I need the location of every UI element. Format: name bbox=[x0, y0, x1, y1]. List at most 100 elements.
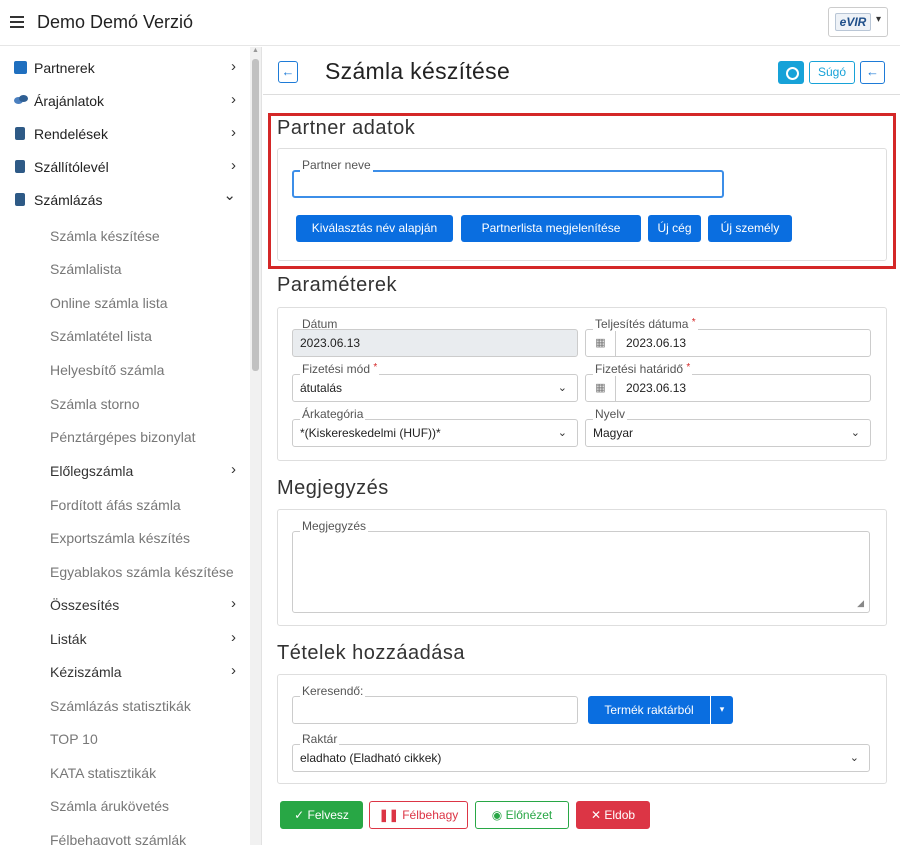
sidebar-item-exportszamla-keszites[interactable]: Exportszámla készítés bbox=[0, 521, 250, 554]
sidebar-item-keziszamla[interactable]: Kéziszámla › bbox=[0, 655, 250, 688]
chevron-right-icon: › bbox=[231, 629, 236, 646]
main-content: ← Számla készítése Súgó ← Partner adatok… bbox=[263, 47, 900, 845]
price-category-label: Árkategória bbox=[300, 407, 366, 421]
sidebar-item-label: Pénztárgépes bizonylat bbox=[50, 429, 196, 445]
chevron-right-icon: › bbox=[231, 461, 236, 478]
sidebar-item-szamla-arukovetes[interactable]: Számla árukövetés bbox=[0, 789, 250, 822]
sidebar-item-label: Számlalista bbox=[50, 261, 122, 277]
sidebar-scrollbar[interactable]: ▲ bbox=[250, 47, 261, 845]
sidebar-item-label: Számlázás bbox=[34, 192, 103, 208]
required-mark: * bbox=[691, 317, 696, 328]
sidebar-item-kata-statisztikak[interactable]: KATA statisztikák bbox=[0, 756, 250, 789]
search-label: Keresendő: bbox=[300, 684, 366, 698]
address-card-icon bbox=[14, 61, 27, 74]
warehouse-select[interactable]: eladhato (Eladható cikkek) ⌄ bbox=[292, 744, 870, 772]
sidebar-item-forditott-afas-szamla[interactable]: Fordított áfás számla bbox=[0, 488, 250, 521]
payment-method-label: Fizetési mód * bbox=[300, 362, 380, 376]
sidebar-item-label: KATA statisztikák bbox=[50, 765, 157, 781]
required-mark: * bbox=[686, 362, 691, 373]
sidebar-item-felbehagyott-szamlak[interactable]: Félbehagyott számlák bbox=[0, 823, 250, 845]
pause-button[interactable]: ❚❚ Félbehagy bbox=[369, 801, 468, 829]
sidebar-item-online-szamla-lista[interactable]: Online számla lista bbox=[0, 286, 250, 319]
back-arrow-button[interactable]: ← bbox=[860, 61, 885, 84]
language-select[interactable]: Magyar ⌄ bbox=[585, 419, 871, 447]
preview-button[interactable]: ◉ Előnézet bbox=[475, 801, 569, 829]
highlight-box bbox=[268, 113, 896, 269]
user-menu-button[interactable]: eVIR ▾ bbox=[828, 7, 888, 37]
sidebar-item-penztargepes-bizonylat[interactable]: Pénztárgépes bizonylat bbox=[0, 420, 250, 453]
sidebar-item-listak[interactable]: Listák › bbox=[0, 622, 250, 655]
sidebar-item-elolegszamla[interactable]: Előlegszámla › bbox=[0, 454, 250, 487]
sidebar-item-helyesbito-szamla[interactable]: Helyesbítő számla bbox=[0, 353, 250, 386]
top-bar: Demo Demó Verzió eVIR ▾ bbox=[0, 0, 900, 46]
hamburger-menu-icon[interactable] bbox=[10, 16, 24, 28]
sidebar-item-label: Kéziszámla bbox=[50, 664, 122, 680]
date-label: Dátum bbox=[302, 317, 338, 331]
note-textarea[interactable] bbox=[292, 531, 870, 613]
fulfillment-date-input[interactable]: ▦ 2023.06.13 bbox=[585, 329, 871, 357]
chevron-down-icon: ⌄ bbox=[557, 427, 567, 439]
payment-deadline-label-text: Fizetési határidő bbox=[595, 362, 684, 376]
payment-method-value: átutalás bbox=[300, 381, 343, 395]
sidebar-item-szamlalista[interactable]: Számlalista bbox=[0, 252, 250, 285]
sidebar-item-label: Listák bbox=[50, 631, 87, 647]
chat-help-button[interactable] bbox=[778, 61, 804, 84]
search-input[interactable] bbox=[292, 696, 578, 724]
chevron-right-icon: › bbox=[231, 124, 236, 141]
back-button[interactable]: ← bbox=[278, 61, 298, 83]
clipboard-icon bbox=[15, 160, 25, 173]
sidebar-item-szamla-storno[interactable]: Számla storno bbox=[0, 387, 250, 420]
resize-handle-icon[interactable]: ◢ bbox=[857, 598, 864, 609]
sidebar-item-label: Összesítés bbox=[50, 597, 120, 613]
page-title: Számla készítése bbox=[325, 58, 511, 84]
sidebar-item-rendelesek[interactable]: Rendelések › bbox=[0, 117, 250, 150]
sidebar-item-szamlazas-statisztikak[interactable]: Számlázás statisztikák bbox=[0, 689, 250, 722]
required-mark: * bbox=[373, 362, 378, 373]
chevron-down-icon: ⌄ bbox=[849, 752, 859, 764]
sidebar-item-osszesites[interactable]: Összesítés › bbox=[0, 588, 250, 621]
sidebar: Partnerek › Árajánlatok › Rendelések › S… bbox=[0, 47, 262, 845]
sidebar-item-label: Számlatétel lista bbox=[50, 328, 152, 344]
preview-button-label: Előnézet bbox=[505, 808, 553, 822]
discard-button[interactable]: ✕ Eldob bbox=[576, 801, 650, 829]
sidebar-item-arajanlatok[interactable]: Árajánlatok › bbox=[0, 84, 250, 117]
items-card: Keresendő: Termék raktárból ▾ eladhato (… bbox=[277, 674, 887, 784]
sidebar-item-szamlatetel-lista[interactable]: Számlatétel lista bbox=[0, 319, 250, 352]
sidebar-item-label: Számla árukövetés bbox=[50, 798, 170, 814]
warehouse-label: Raktár bbox=[300, 732, 340, 746]
sidebar-item-label: Félbehagyott számlák bbox=[50, 832, 187, 845]
sidebar-item-label: Számla storno bbox=[50, 396, 140, 412]
file-icon bbox=[15, 127, 25, 140]
chevron-right-icon: › bbox=[231, 595, 236, 612]
note-card: ◢ Megjegyzés bbox=[277, 509, 887, 626]
payment-method-label-text: Fizetési mód bbox=[302, 362, 371, 376]
chevron-down-icon: ⌄ bbox=[223, 187, 236, 204]
payment-deadline-input[interactable]: ▦ 2023.06.13 bbox=[585, 374, 871, 402]
sidebar-item-szamla-keszitese[interactable]: Számla készítése bbox=[0, 219, 250, 252]
scrollbar-thumb[interactable] bbox=[252, 59, 259, 371]
payment-method-select[interactable]: átutalás ⌄ bbox=[292, 374, 578, 402]
sidebar-item-label: Előlegszámla bbox=[50, 463, 134, 479]
sidebar-item-szamlazas[interactable]: Számlázás ⌄ bbox=[0, 183, 250, 216]
fulfillment-date-value: 2023.06.13 bbox=[626, 336, 687, 350]
sidebar-item-egyablakos-szamla[interactable]: Egyablakos számla készítése bbox=[0, 555, 250, 588]
sidebar-item-szallitolevel[interactable]: Szállítólevél › bbox=[0, 150, 250, 183]
scroll-up-icon[interactable]: ▲ bbox=[252, 47, 259, 54]
sidebar-item-partnerek[interactable]: Partnerek › bbox=[0, 51, 250, 84]
help-button[interactable]: Súgó bbox=[809, 61, 855, 84]
pause-icon: ❚❚ bbox=[378, 808, 399, 822]
sidebar-item-label: Helyesbítő számla bbox=[50, 362, 165, 378]
sidebar-item-label: Számla készítése bbox=[50, 228, 160, 244]
language-label: Nyelv bbox=[593, 407, 628, 421]
note-section-title: Megjegyzés bbox=[277, 477, 389, 499]
price-category-select[interactable]: *(Kiskereskedelmi (HUF))* ⌄ bbox=[292, 419, 578, 447]
sidebar-item-top10[interactable]: TOP 10 bbox=[0, 722, 250, 755]
product-from-stock-button[interactable]: Termék raktárból bbox=[588, 696, 710, 724]
check-icon: ✓ bbox=[294, 808, 305, 822]
comments-icon bbox=[14, 94, 28, 107]
save-button[interactable]: ✓ Felvesz bbox=[280, 801, 363, 829]
params-card: 2023.06.13 Dátum ▦ 2023.06.13 Teljesítés… bbox=[277, 307, 887, 461]
page-header: ← Számla készítése Súgó ← bbox=[263, 47, 900, 95]
sidebar-item-label: Árajánlatok bbox=[34, 93, 105, 109]
stock-dropdown-button[interactable]: ▾ bbox=[711, 696, 733, 724]
